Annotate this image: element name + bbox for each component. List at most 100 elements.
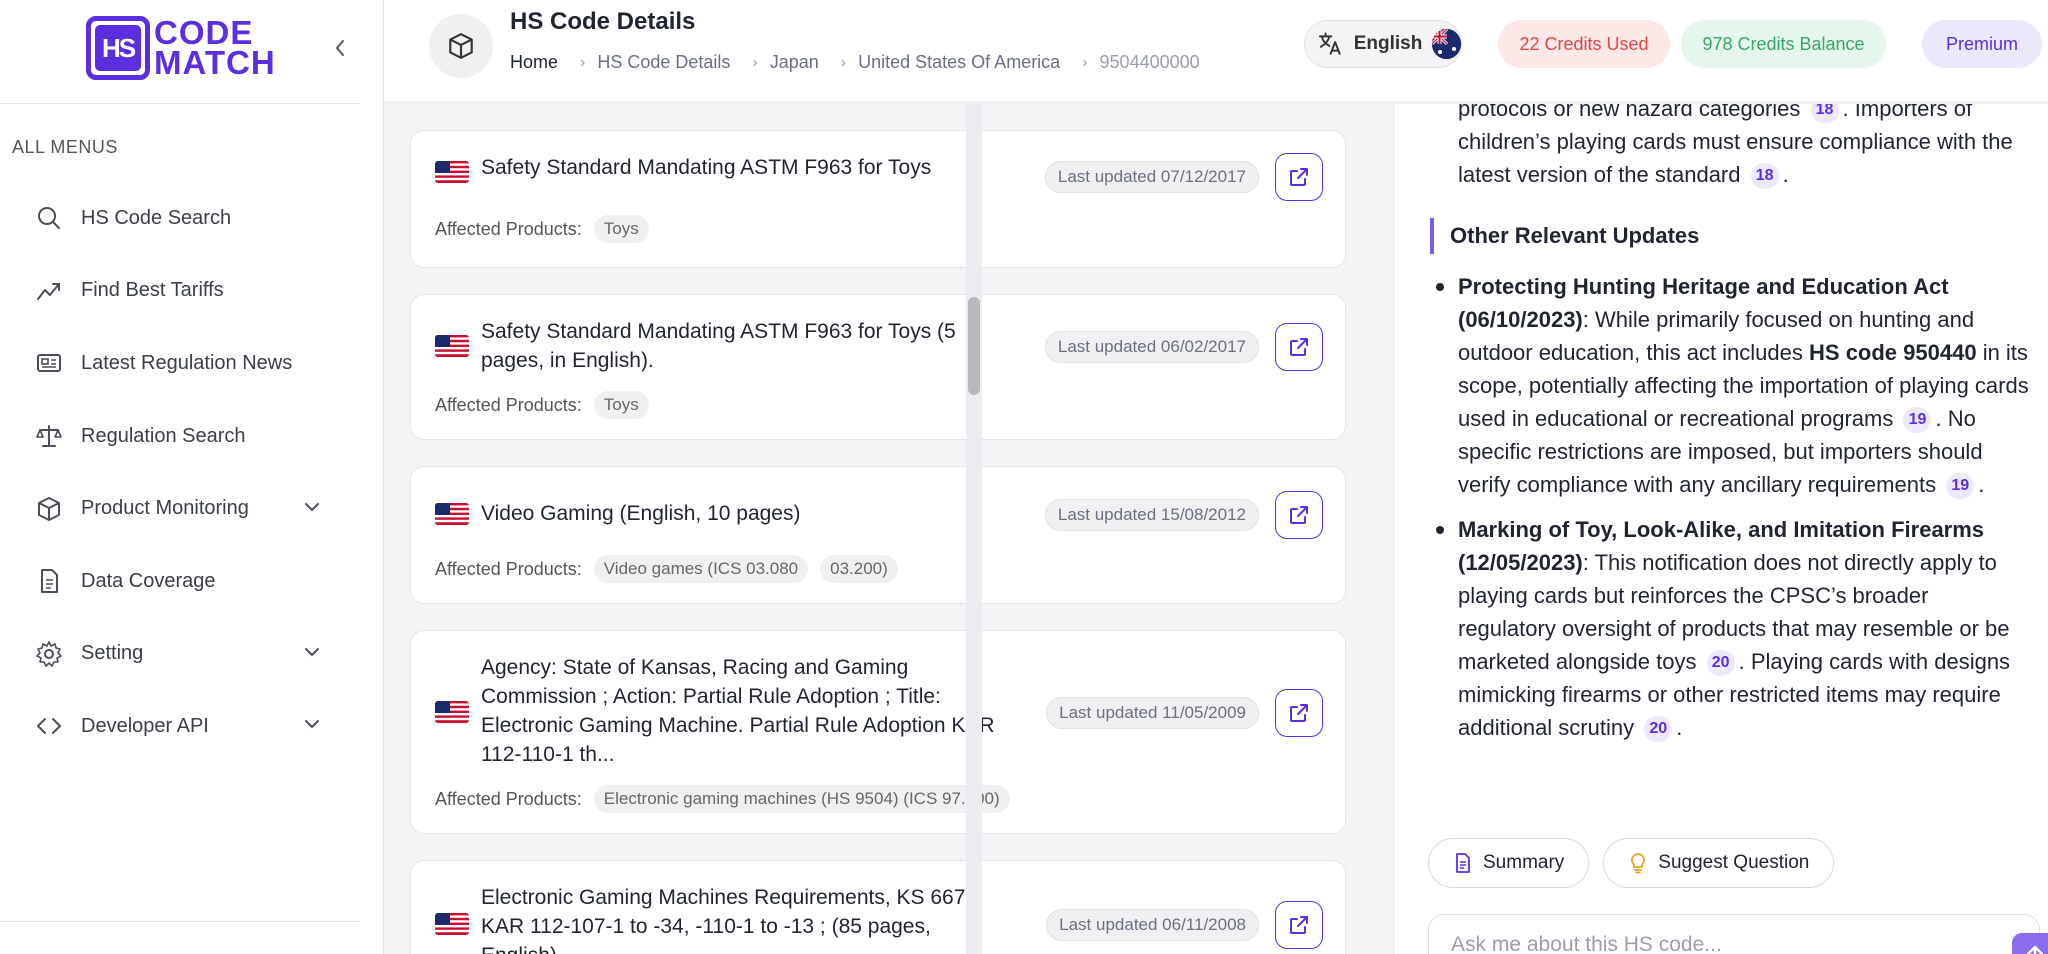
language-label: English <box>1353 33 1423 54</box>
citation-badge[interactable]: 20 <box>1706 650 1735 677</box>
code-icon <box>34 711 64 741</box>
sidebar-item-find-best-tariffs[interactable]: Find Best Tariffs <box>0 255 360 328</box>
affected-products: Affected Products: Electronic gaming mac… <box>435 785 1010 813</box>
sidebar-item-setting[interactable]: Setting <box>0 618 360 691</box>
search-icon <box>34 203 64 233</box>
product-tag: Video games (ICS 03.080 <box>593 555 809 583</box>
sidebar-item-regulation-search[interactable]: Regulation Search <box>0 400 360 473</box>
sidebar-item-developer-api[interactable]: Developer API <box>0 690 360 763</box>
breadcrumb-origin-country[interactable]: Japan <box>770 52 819 73</box>
list-scrollbar-thumb[interactable] <box>968 297 980 395</box>
last-updated-badge: Last updated 07/12/2017 <box>1044 161 1259 193</box>
citation-badge[interactable]: 20 <box>1644 716 1673 743</box>
last-updated-badge: Last updated 11/05/2009 <box>1046 697 1259 729</box>
external-link-icon <box>1290 338 1308 356</box>
external-link-icon <box>1290 506 1308 524</box>
regulation-card: Video Gaming (English, 10 pages) Last up… <box>410 466 1346 604</box>
last-updated-badge: Last updated 06/02/2017 <box>1044 331 1259 363</box>
affected-products-label: Affected Products: <box>435 558 582 579</box>
analysis-actions: Summary Suggest Question <box>1428 838 1835 888</box>
sidebar-item-data-coverage[interactable]: Data Coverage <box>0 545 360 618</box>
trend-icon <box>34 276 64 306</box>
newspaper-icon <box>34 348 64 378</box>
affected-products-label: Affected Products: <box>435 394 582 415</box>
regulation-title: Agency: State of Kansas, Racing and Gami… <box>481 656 995 766</box>
sidebar-divider <box>0 103 360 104</box>
sidebar-collapse-button[interactable] <box>326 30 354 66</box>
open-external-button[interactable] <box>1275 153 1323 201</box>
translate-icon <box>1318 32 1341 55</box>
chevron-down-icon <box>303 645 321 663</box>
sidebar-item-hs-code-search[interactable]: HS Code Search <box>0 182 360 255</box>
sidebar-item-label: Data Coverage <box>81 569 216 592</box>
send-button[interactable] <box>2012 933 2048 954</box>
document-icon <box>1453 852 1473 874</box>
analysis-text: . <box>1978 472 1985 497</box>
open-external-button[interactable] <box>1275 323 1323 371</box>
affected-products: Affected Products: Video games (ICS 03.0… <box>435 555 898 583</box>
regulation-title: Safety Standard Mandating ASTM F963 for … <box>481 156 932 179</box>
product-tag: 03.200) <box>820 555 898 583</box>
open-external-button[interactable] <box>1275 901 1323 949</box>
logo-mark: HS <box>86 16 150 80</box>
regulation-list: Safety Standard Mandating ASTM F963 for … <box>384 104 1349 954</box>
citation-badge[interactable]: 19 <box>1903 407 1932 434</box>
premium-plan-button[interactable]: Premium <box>1922 20 2042 68</box>
affected-products-label: Affected Products: <box>435 218 582 239</box>
logo-text: CODE MATCH <box>154 16 276 79</box>
breadcrumb-hs-code-details[interactable]: HS Code Details <box>597 52 730 73</box>
list-scrollbar-track[interactable] <box>966 104 982 954</box>
app-logo[interactable]: HS CODE MATCH <box>86 16 276 80</box>
sidebar-nav: HS Code Search Find Best Tariffs Latest … <box>0 182 360 763</box>
credits-used-badge: 22 Credits Used <box>1498 20 1670 68</box>
language-selector[interactable]: English <box>1304 20 1462 68</box>
sidebar-divider <box>0 921 360 922</box>
us-flag-icon <box>435 503 469 525</box>
page-header: HS Code Details Home › HS Code Details ›… <box>384 0 2048 103</box>
us-flag-icon <box>435 161 469 183</box>
sidebar-item-product-monitoring[interactable]: Product Monitoring <box>0 472 360 545</box>
sidebar-item-label: Developer API <box>81 714 209 737</box>
update-list: Protecting Hunting Heritage and Educatio… <box>1432 270 2032 756</box>
scale-icon <box>34 421 64 451</box>
breadcrumb-destination-country[interactable]: United States Of America <box>858 52 1060 73</box>
affected-products: Affected Products: Toys <box>435 215 649 243</box>
chat-input[interactable] <box>1451 933 1951 954</box>
citation-badge[interactable]: 18 <box>1810 104 1839 124</box>
open-external-button[interactable] <box>1275 689 1323 737</box>
chat-box <box>1428 914 2048 954</box>
sidebar-item-latest-regulation-news[interactable]: Latest Regulation News <box>0 327 360 400</box>
affected-products: Affected Products: Toys <box>435 391 649 419</box>
summary-button-label: Summary <box>1483 852 1565 873</box>
chevron-down-icon <box>303 500 321 518</box>
regulation-title: Video Gaming (English, 10 pages) <box>481 502 801 525</box>
product-tag: Toys <box>593 215 649 243</box>
box-icon <box>34 494 64 524</box>
regulation-card: Agency: State of Kansas, Racing and Gami… <box>410 630 1346 834</box>
arrow-up-icon <box>2026 945 2044 954</box>
us-flag-icon <box>435 913 469 935</box>
summary-button[interactable]: Summary <box>1428 838 1590 888</box>
analysis-intro: protocols or new hazard categories 18. I… <box>1458 104 2038 191</box>
suggest-question-label: Suggest Question <box>1658 852 1810 873</box>
regulation-title: Electronic Gaming Machines Requirements,… <box>481 886 983 954</box>
box-icon <box>429 14 493 78</box>
sidebar-item-label: Product Monitoring <box>81 497 249 520</box>
breadcrumb-home[interactable]: Home <box>510 52 558 73</box>
us-flag-icon <box>435 335 469 357</box>
sidebar-item-label: HS Code Search <box>81 206 232 229</box>
regulation-card: Electronic Gaming Machines Requirements,… <box>410 860 1346 954</box>
analysis-text: . <box>1676 715 1683 740</box>
open-external-button[interactable] <box>1275 491 1323 539</box>
us-flag-icon <box>435 701 469 723</box>
product-tag: Electronic gaming machines (HS 9504) (IC… <box>593 785 1010 813</box>
suggest-question-button[interactable]: Suggest Question <box>1603 838 1835 888</box>
citation-badge[interactable]: 19 <box>1946 473 1975 500</box>
regulation-title: Safety Standard Mandating ASTM F963 for … <box>481 320 956 372</box>
sidebar-item-label: Find Best Tariffs <box>81 279 224 302</box>
logo-mark-text: HS <box>95 25 141 71</box>
chevron-left-icon <box>336 40 344 56</box>
product-tag: Toys <box>593 391 649 419</box>
citation-badge[interactable]: 18 <box>1750 163 1779 190</box>
menu-section-label: ALL MENUS <box>12 137 118 157</box>
